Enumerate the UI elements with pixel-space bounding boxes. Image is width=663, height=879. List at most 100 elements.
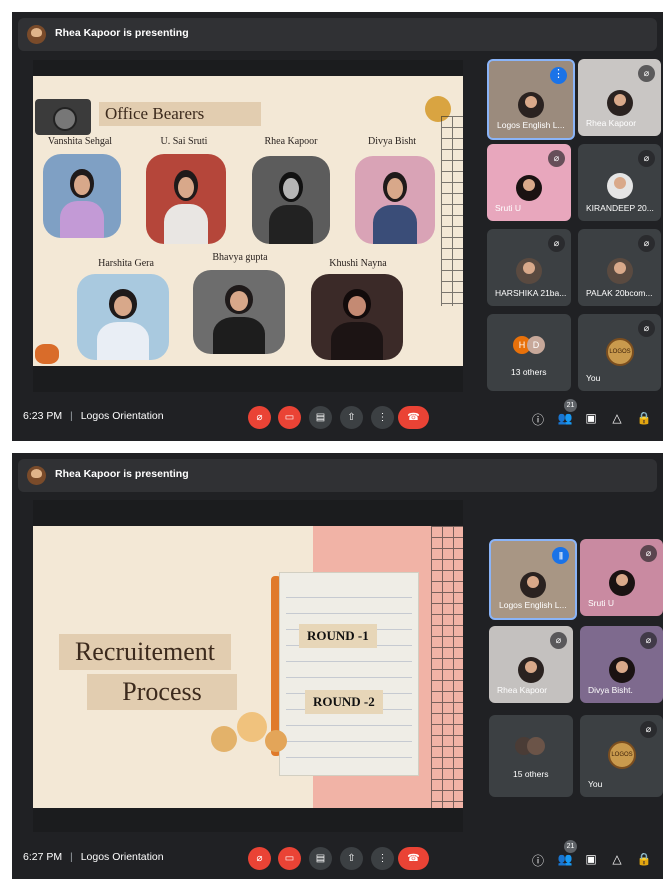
chat-icon[interactable]: ▣ bbox=[583, 852, 599, 866]
flower-decoration bbox=[237, 712, 267, 742]
more-options-icon[interactable]: ⋮ bbox=[550, 67, 567, 84]
meeting-details: 6:27 PM | Logos Orientation bbox=[23, 851, 164, 863]
participant-tile[interactable]: ⌀ Divya Bisht. bbox=[580, 626, 663, 703]
bearer-name-7: Khushi Nayna bbox=[329, 258, 387, 269]
mic-off-button[interactable]: ⌀ bbox=[248, 847, 271, 870]
flower-decoration bbox=[265, 730, 287, 752]
bearer-photo-3 bbox=[252, 156, 330, 244]
participant-name: You bbox=[588, 779, 603, 789]
participant-name: Sruti U bbox=[495, 203, 521, 213]
participant-tile[interactable]: ⌀ Rhea Kapoor bbox=[489, 626, 573, 703]
speaking-indicator-icon: ||| bbox=[552, 547, 569, 564]
activities-icon[interactable]: △ bbox=[609, 411, 625, 425]
end-call-button[interactable]: ☎ bbox=[398, 406, 429, 429]
captions-button[interactable]: ▤ bbox=[309, 847, 332, 870]
host-controls-icon[interactable]: 🔒 bbox=[636, 852, 652, 866]
participant-name: You bbox=[586, 373, 601, 383]
participant-tile[interactable]: ⋮ Logos English L... bbox=[487, 59, 575, 140]
present-button[interactable]: ⇧ bbox=[340, 847, 363, 870]
participant-tile[interactable]: ⌀ Sruti U bbox=[580, 539, 663, 616]
camera-off-button[interactable]: ▭ bbox=[278, 847, 301, 870]
flower-decoration bbox=[211, 726, 237, 752]
host-controls-icon[interactable]: 🔒 bbox=[636, 411, 652, 425]
slide-title-line-2: Process bbox=[87, 674, 237, 710]
others-tile[interactable]: 15 others bbox=[489, 715, 573, 797]
bearer-photo-7 bbox=[311, 274, 403, 360]
bearer-photo-5 bbox=[77, 274, 169, 360]
mic-off-icon: ⌀ bbox=[638, 65, 655, 82]
participant-name: Logos English L... bbox=[497, 120, 565, 130]
presenter-avatar bbox=[27, 25, 46, 44]
mic-off-icon: ⌀ bbox=[548, 150, 565, 167]
slide-recruitement-process: Recruitement Process ROUND -1 ROUND -2 bbox=[33, 526, 463, 808]
info-icon[interactable]: ⓘ bbox=[530, 852, 546, 869]
captions-button[interactable]: ▤ bbox=[309, 406, 332, 429]
participant-tile[interactable]: ||| Logos English L... bbox=[489, 539, 577, 620]
others-count: 15 others bbox=[513, 769, 549, 779]
self-tile[interactable]: LOGOS ⌀ You bbox=[580, 715, 663, 797]
participant-name: PALAK 20bcom... bbox=[586, 288, 653, 298]
others-count: 13 others bbox=[511, 367, 547, 377]
bearer-name-1: Vanshita Sehgal bbox=[47, 136, 113, 147]
bearer-name-5: Harshita Gera bbox=[98, 258, 154, 269]
participants-count-badge: 21 bbox=[564, 840, 577, 853]
participant-name: KIRANDEEP 20... bbox=[586, 203, 654, 213]
mic-off-icon: ⌀ bbox=[640, 632, 657, 649]
participant-tile[interactable]: ⌀ HARSHIKA 21ba... bbox=[487, 229, 571, 306]
meeting-controls-bar: 6:23 PM | Logos Orientation ⌀ ▭ ▤ ⇧ ⋮ ☎ … bbox=[12, 395, 663, 441]
meeting-time: 6:27 PM bbox=[23, 851, 63, 863]
bearer-name-6: Bhavya gupta bbox=[212, 252, 268, 263]
participant-tile[interactable]: ⌀ Rhea Kapoor bbox=[578, 59, 661, 136]
participant-name: Rhea Kapoor bbox=[497, 685, 548, 695]
separator: | bbox=[70, 410, 73, 422]
logos-logo-avatar: LOGOS bbox=[608, 741, 636, 769]
presentation-stage: Office Bearers Vanshita Sehgal U. Sai Sr… bbox=[33, 60, 463, 392]
others-avatar: D bbox=[527, 336, 545, 354]
presenting-banner: Rhea Kapoor is presenting bbox=[18, 18, 657, 51]
mic-off-icon: ⌀ bbox=[640, 545, 657, 562]
mic-off-icon: ⌀ bbox=[550, 632, 567, 649]
participant-tile[interactable]: ⌀ PALAK 20bcom... bbox=[578, 229, 661, 306]
others-tile[interactable]: H D 13 others bbox=[487, 314, 571, 391]
participant-name: HARSHIKA 21ba... bbox=[495, 288, 567, 298]
slide-office-bearers: Office Bearers Vanshita Sehgal U. Sai Sr… bbox=[33, 76, 463, 366]
round-1-label: ROUND -1 bbox=[299, 624, 377, 648]
presenting-banner: Rhea Kapoor is presenting bbox=[18, 459, 657, 492]
mic-off-icon: ⌀ bbox=[638, 320, 655, 337]
more-options-button[interactable]: ⋮ bbox=[371, 847, 394, 870]
info-icon[interactable]: ⓘ bbox=[530, 411, 546, 428]
people-icon[interactable]: 👥 bbox=[557, 411, 573, 425]
participant-name: Divya Bisht. bbox=[588, 685, 633, 695]
mic-off-button[interactable]: ⌀ bbox=[248, 406, 271, 429]
bearer-name-2: U. Sai Sruti bbox=[160, 136, 208, 147]
self-tile[interactable]: LOGOS ⌀ You bbox=[578, 314, 661, 391]
camera-off-button[interactable]: ▭ bbox=[278, 406, 301, 429]
participant-name: Logos English L... bbox=[499, 600, 567, 610]
end-call-button[interactable]: ☎ bbox=[398, 847, 429, 870]
camera-illustration bbox=[35, 99, 91, 135]
more-options-button[interactable]: ⋮ bbox=[371, 406, 394, 429]
meet-screenshot-1: Rhea Kapoor is presenting Office Bearers… bbox=[12, 12, 663, 441]
slide-title-line-1: Recruitement bbox=[59, 634, 231, 670]
meeting-name: Logos Orientation bbox=[80, 851, 164, 863]
meeting-details: 6:23 PM | Logos Orientation bbox=[23, 410, 164, 422]
bearer-photo-6 bbox=[193, 270, 285, 354]
leaf-decoration bbox=[35, 344, 59, 364]
participant-tile[interactable]: ⌀ KIRANDEEP 20... bbox=[578, 144, 661, 221]
participants-count-badge: 21 bbox=[564, 399, 577, 412]
participant-tile[interactable]: ⌀ Sruti U bbox=[487, 144, 571, 221]
participant-name: Sruti U bbox=[588, 598, 614, 608]
bearer-name-3: Rhea Kapoor bbox=[264, 136, 318, 147]
notepad bbox=[279, 572, 419, 776]
meeting-controls-bar: 6:27 PM | Logos Orientation ⌀ ▭ ▤ ⇧ ⋮ ☎ … bbox=[12, 836, 663, 879]
activities-icon[interactable]: △ bbox=[609, 852, 625, 866]
grid-decoration bbox=[441, 116, 463, 306]
people-icon[interactable]: 👥 bbox=[557, 852, 573, 866]
logos-logo-avatar: LOGOS bbox=[606, 338, 634, 366]
mic-off-icon: ⌀ bbox=[638, 150, 655, 167]
present-button[interactable]: ⇧ bbox=[340, 406, 363, 429]
mic-off-icon: ⌀ bbox=[548, 235, 565, 252]
presenting-text: Rhea Kapoor is presenting bbox=[55, 468, 189, 480]
chat-icon[interactable]: ▣ bbox=[583, 411, 599, 425]
mic-off-icon: ⌀ bbox=[640, 721, 657, 738]
